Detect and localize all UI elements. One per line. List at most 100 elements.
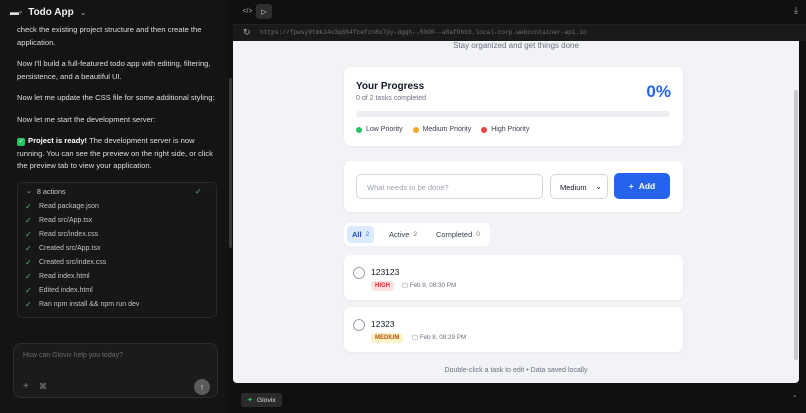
calendar-icon: ▢: [402, 282, 408, 289]
progress-title: Your Progress: [356, 81, 425, 92]
plus-icon[interactable]: +: [23, 381, 29, 392]
legend-label: High Priority: [491, 126, 530, 133]
task-date: ▢ Feb 8, 08:30 PM: [402, 282, 456, 289]
task-date-text: Feb 8, 08:29 PM: [419, 334, 467, 341]
tab-count: 0: [476, 231, 480, 238]
new-task-card: What needs to be done? Medium ⌄ + Add: [344, 161, 683, 212]
action-label: Read src/App.tsx: [39, 217, 93, 225]
chat-message-ready: ✓ Project is ready! The development serve…: [17, 135, 217, 173]
progress-bar: [356, 111, 670, 117]
tab-label: All: [352, 230, 362, 239]
amber-dot-icon: [412, 126, 419, 133]
actions-panel: ⌄ 8 actions ✓ ✓ Read package.json ✓ Read s…: [17, 181, 217, 318]
check-icon: ✓: [25, 272, 32, 282]
legend-label: Medium Priority: [422, 126, 472, 133]
check-icon: ✓: [25, 258, 32, 268]
tab-all[interactable]: All 2: [347, 226, 375, 243]
download-icon[interactable]: ⤓: [794, 5, 798, 16]
bolt-logo-icon: ▬◦: [10, 7, 23, 17]
app-subtitle: Stay organized and get things done: [453, 41, 579, 50]
chat-message: Now I'll build a full-featured todo app …: [17, 59, 211, 81]
action-item: ✓ Read src/App.tsx: [18, 215, 216, 229]
chevron-down-icon: ⌄: [26, 188, 32, 196]
check-icon: ✓: [25, 216, 32, 226]
add-task-button[interactable]: + Add: [614, 173, 670, 199]
actions-title: 8 actions: [36, 187, 66, 197]
tab-label: Glovix: [256, 396, 276, 404]
priority-select[interactable]: Medium ⌄: [550, 174, 608, 199]
add-label: Add: [638, 181, 656, 191]
tab-count: 2: [413, 231, 418, 238]
action-item: ✓ Read index.html: [18, 271, 216, 285]
task-date: ▢ Feb 8, 08:29 PM: [412, 334, 466, 341]
code-view-icon[interactable]: </>: [241, 5, 254, 18]
chevron-up-icon[interactable]: ⌃: [791, 394, 798, 403]
new-task-input[interactable]: What needs to be done?: [356, 174, 543, 199]
tab-active[interactable]: Active 2: [384, 226, 422, 243]
send-button[interactable]: ↑: [194, 379, 210, 395]
progress-percent: 0%: [646, 82, 671, 101]
chevron-down-icon[interactable]: ⌄: [80, 8, 87, 17]
terminal-tab[interactable]: ✦ Glovix: [241, 393, 282, 407]
attach-icon[interactable]: ⌘: [39, 382, 47, 391]
check-icon: ✓: [195, 187, 202, 197]
check-icon: ✓: [25, 202, 32, 212]
preview-url[interactable]: https://fpwsy9tmk14x3q684fcefzn8x7py-dgq…: [260, 29, 587, 36]
task-date-text: Feb 8, 08:30 PM: [409, 282, 457, 289]
chevron-down-icon: ⌄: [595, 182, 602, 191]
address-bar: ↻ https://fpwsy9tmk14x3q684fcefzn8x7py-d…: [233, 24, 806, 41]
app-preview: Stay organized and get things done Your …: [233, 41, 799, 383]
chat-input-box[interactable]: How can Glovix help you today? + ⌘ ↑: [13, 343, 218, 398]
project-title[interactable]: Todo App: [28, 7, 74, 18]
actions-header[interactable]: ⌄ 8 actions ✓: [18, 185, 216, 201]
app-window: ▬◦ Todo App ⌄ check the existing project…: [0, 0, 806, 413]
action-label: Read package.json: [39, 203, 99, 211]
legend-low: Low Priority: [356, 126, 403, 133]
arrow-up-icon: ↑: [199, 382, 205, 392]
chat-scrollbar[interactable]: [229, 78, 232, 248]
action-item: ✓ Ran npm install && npm run dev: [18, 299, 216, 313]
task-checkbox[interactable]: [353, 319, 365, 331]
check-icon: ✓: [25, 230, 32, 240]
tab-completed[interactable]: Completed 0: [431, 226, 485, 243]
action-label: Edited index.html: [39, 287, 93, 295]
task-title[interactable]: 123123: [371, 267, 399, 277]
priority-value: Medium: [560, 183, 587, 192]
priority-badge: MEDIUM: [371, 333, 404, 343]
green-dot-icon: [356, 126, 362, 133]
action-item: ✓ Created src/App.tsx: [18, 243, 216, 257]
chat-message: Now let me start the development server:: [17, 114, 156, 124]
plus-icon: +: [628, 181, 634, 191]
legend-high: High Priority: [481, 126, 529, 133]
legend-label: Low Priority: [366, 126, 403, 133]
task-checkbox[interactable]: [353, 267, 365, 279]
preview-toolbar: </> ▷ ⤓: [233, 0, 806, 24]
chat-message: Now let me update the CSS file for some …: [17, 93, 215, 102]
calendar-icon: ▢: [412, 334, 418, 341]
reload-icon[interactable]: ↻: [243, 27, 251, 38]
preview-play-icon[interactable]: ▷: [256, 4, 272, 19]
task-title[interactable]: 12323: [371, 319, 395, 329]
action-label: Created src/index.css: [39, 259, 107, 267]
task-item[interactable]: 12323 MEDIUM ▢ Feb 8, 08:29 PM: [344, 307, 683, 352]
priority-badge: HIGH: [371, 281, 394, 291]
filter-tabs: All 2 Active 2 Completed 0: [344, 223, 490, 246]
chat-input-placeholder[interactable]: How can Glovix help you today?: [23, 352, 123, 359]
legend-medium: Medium Priority: [412, 126, 472, 133]
check-icon: ✓: [25, 244, 32, 254]
action-item: ✓ Read package.json: [18, 201, 216, 215]
preview-scrollbar[interactable]: [794, 90, 798, 360]
chat-messages: check the existing project structure and…: [17, 24, 217, 318]
bottom-bar: ✦ Glovix ⌃: [233, 391, 806, 413]
progress-subtitle: 0 of 2 tasks completed: [356, 95, 427, 102]
action-item: ✓ Read src/index.css: [18, 229, 216, 243]
chat-header: ▬◦ Todo App ⌄: [0, 0, 228, 24]
red-dot-icon: [481, 126, 488, 133]
action-label: Read index.html: [39, 273, 90, 281]
action-label: Created src/App.tsx: [39, 245, 101, 253]
tab-count: 2: [365, 231, 370, 238]
action-item: ✓ Edited index.html: [18, 285, 216, 299]
action-label: Read src/index.css: [39, 231, 99, 239]
task-item[interactable]: 123123 HIGH ▢ Feb 8, 08:30 PM: [344, 255, 683, 300]
progress-card: Your Progress 0 of 2 tasks completed 0% …: [344, 67, 683, 146]
